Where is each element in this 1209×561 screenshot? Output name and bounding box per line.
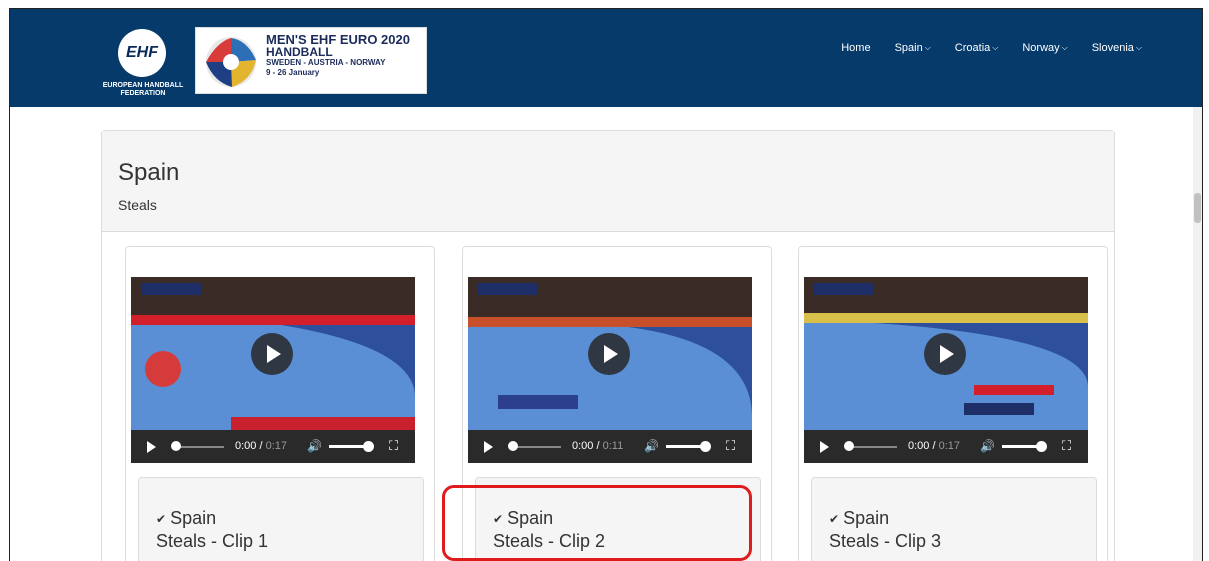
clip-group-label: Spain (170, 508, 217, 528)
duration: 0:17 (265, 440, 288, 452)
seek-bar[interactable] (513, 446, 561, 448)
clip-title: Steals - Clip 1 (156, 531, 269, 551)
time-display: 0:00 / 0:17 (908, 440, 961, 452)
volume-slider[interactable] (1002, 445, 1040, 448)
fullscreen-icon[interactable]: ⛶ (389, 438, 398, 454)
volume-slider[interactable] (666, 445, 704, 448)
chevron-down-icon: ⌵ (1061, 43, 1068, 52)
top-navbar: EHF EUROPEAN HANDBALL FEDERATION MEN'S E… (10, 9, 1202, 107)
play-icon[interactable] (820, 441, 829, 453)
page-scrollbar[interactable] (1193, 107, 1202, 561)
chevron-down-icon: ⌵ (992, 43, 999, 52)
clip-group-label: Spain (843, 508, 890, 528)
play-overlay-button[interactable] (251, 333, 293, 375)
clip-group: ✔ Spain (829, 508, 889, 529)
time-display: 0:00 / 0:11 (572, 440, 624, 452)
video-controls: 0:00 / 0:17 🔊 ⛶ (131, 430, 415, 463)
fullscreen-icon[interactable]: ⛶ (726, 438, 735, 454)
clip-title: Steals - Clip 3 (829, 531, 942, 551)
video-controls: 0:00 / 0:17 🔊 ⛶ (804, 430, 1088, 463)
ehf-logo-mark: EHF (118, 29, 166, 77)
current-time: 0:00 (572, 440, 594, 452)
page-title: Spain (118, 159, 180, 186)
nav-croatia[interactable]: Croatia ⌵ (955, 42, 999, 54)
seek-knob[interactable] (844, 441, 854, 451)
nav-slovenia-label: Slovenia (1091, 42, 1134, 54)
video-player[interactable]: 0:00 / 0:11 🔊 ⛶ (468, 277, 752, 463)
chevron-down-icon: ⌵ (1135, 43, 1142, 52)
video-player[interactable]: 0:00 / 0:17 🔊 ⛶ (804, 277, 1088, 463)
video-controls: 0:00 / 0:11 🔊 ⛶ (468, 430, 752, 463)
volume-icon[interactable]: 🔊 (980, 439, 995, 453)
seek-bar[interactable] (849, 446, 897, 448)
clip-card: 0:00 / 0:17 🔊 ⛶ ✔ Spain Steals - Clip 3 (798, 246, 1108, 561)
nav-spain-label: Spain (894, 42, 923, 54)
nav-home-label: Home (841, 42, 871, 54)
chevron-down-icon: ⌵ (924, 43, 931, 52)
nav-spain[interactable]: Spain ⌵ (895, 42, 931, 54)
nav-croatia-label: Croatia (954, 42, 991, 54)
fullscreen-icon[interactable]: ⛶ (1062, 438, 1071, 454)
euro-2020-banner[interactable]: MEN'S EHF EURO 2020 HANDBALL SWEDEN - AU… (195, 27, 427, 94)
clip-group: ✔ Spain (156, 508, 216, 529)
current-time: 0:00 (908, 440, 930, 452)
euro-banner-line4: 9 - 26 January (266, 68, 320, 77)
volume-slider[interactable] (329, 445, 367, 448)
seek-knob[interactable] (508, 441, 518, 451)
page-subtitle: Steals (118, 197, 157, 213)
play-overlay-button[interactable] (588, 333, 630, 375)
time-display: 0:00 / 0:17 (235, 440, 288, 452)
clip-card: 0:00 / 0:17 🔊 ⛶ ✔ Spain Steals - Clip 1 (125, 246, 435, 561)
euro-banner-line3: SWEDEN - AUSTRIA - NORWAY (266, 58, 386, 67)
play-icon[interactable] (147, 441, 156, 453)
play-icon[interactable] (484, 441, 493, 453)
caret-down-icon: ✔ (829, 511, 840, 526)
panel-header: Spain Steals (102, 131, 1114, 232)
euro-banner-text: MEN'S EHF EURO 2020 HANDBALL SWEDEN - AU… (266, 33, 410, 78)
seek-bar[interactable] (176, 446, 224, 448)
current-time: 0:00 (235, 440, 257, 452)
caret-down-icon: ✔ (156, 511, 167, 526)
play-overlay-button[interactable] (924, 333, 966, 375)
handball-logo-icon (206, 37, 256, 87)
euro-banner-line2: HANDBALL (266, 45, 333, 59)
clip-caption[interactable]: ✔ Spain Steals - Clip 3 (811, 477, 1097, 561)
nav-norway[interactable]: Norway ⌵ (1022, 42, 1067, 54)
nav-slovenia[interactable]: Slovenia ⌵ (1092, 42, 1142, 54)
highlight-annotation (442, 485, 752, 561)
volume-icon[interactable]: 🔊 (307, 439, 322, 453)
ehf-logo-caption: EUROPEAN HANDBALL FEDERATION (102, 82, 184, 97)
volume-knob[interactable] (1036, 441, 1047, 452)
volume-icon[interactable]: 🔊 (644, 439, 659, 453)
volume-knob[interactable] (700, 441, 711, 452)
volume-knob[interactable] (363, 441, 374, 452)
duration: 0:17 (938, 440, 961, 452)
page-frame: EHF EUROPEAN HANDBALL FEDERATION MEN'S E… (9, 8, 1203, 561)
duration: 0:11 (602, 440, 624, 452)
clip-caption[interactable]: ✔ Spain Steals - Clip 1 (138, 477, 424, 561)
ehf-logo[interactable]: EHF EUROPEAN HANDBALL FEDERATION (10, 9, 190, 107)
nav-home[interactable]: Home (841, 42, 870, 54)
scrollbar-thumb[interactable] (1194, 193, 1201, 223)
main-nav: Home Spain ⌵ Croatia ⌵ Norway ⌵ Slovenia… (841, 42, 1142, 54)
seek-knob[interactable] (171, 441, 181, 451)
video-player[interactable]: 0:00 / 0:17 🔊 ⛶ (131, 277, 415, 463)
nav-norway-label: Norway (1022, 42, 1060, 54)
